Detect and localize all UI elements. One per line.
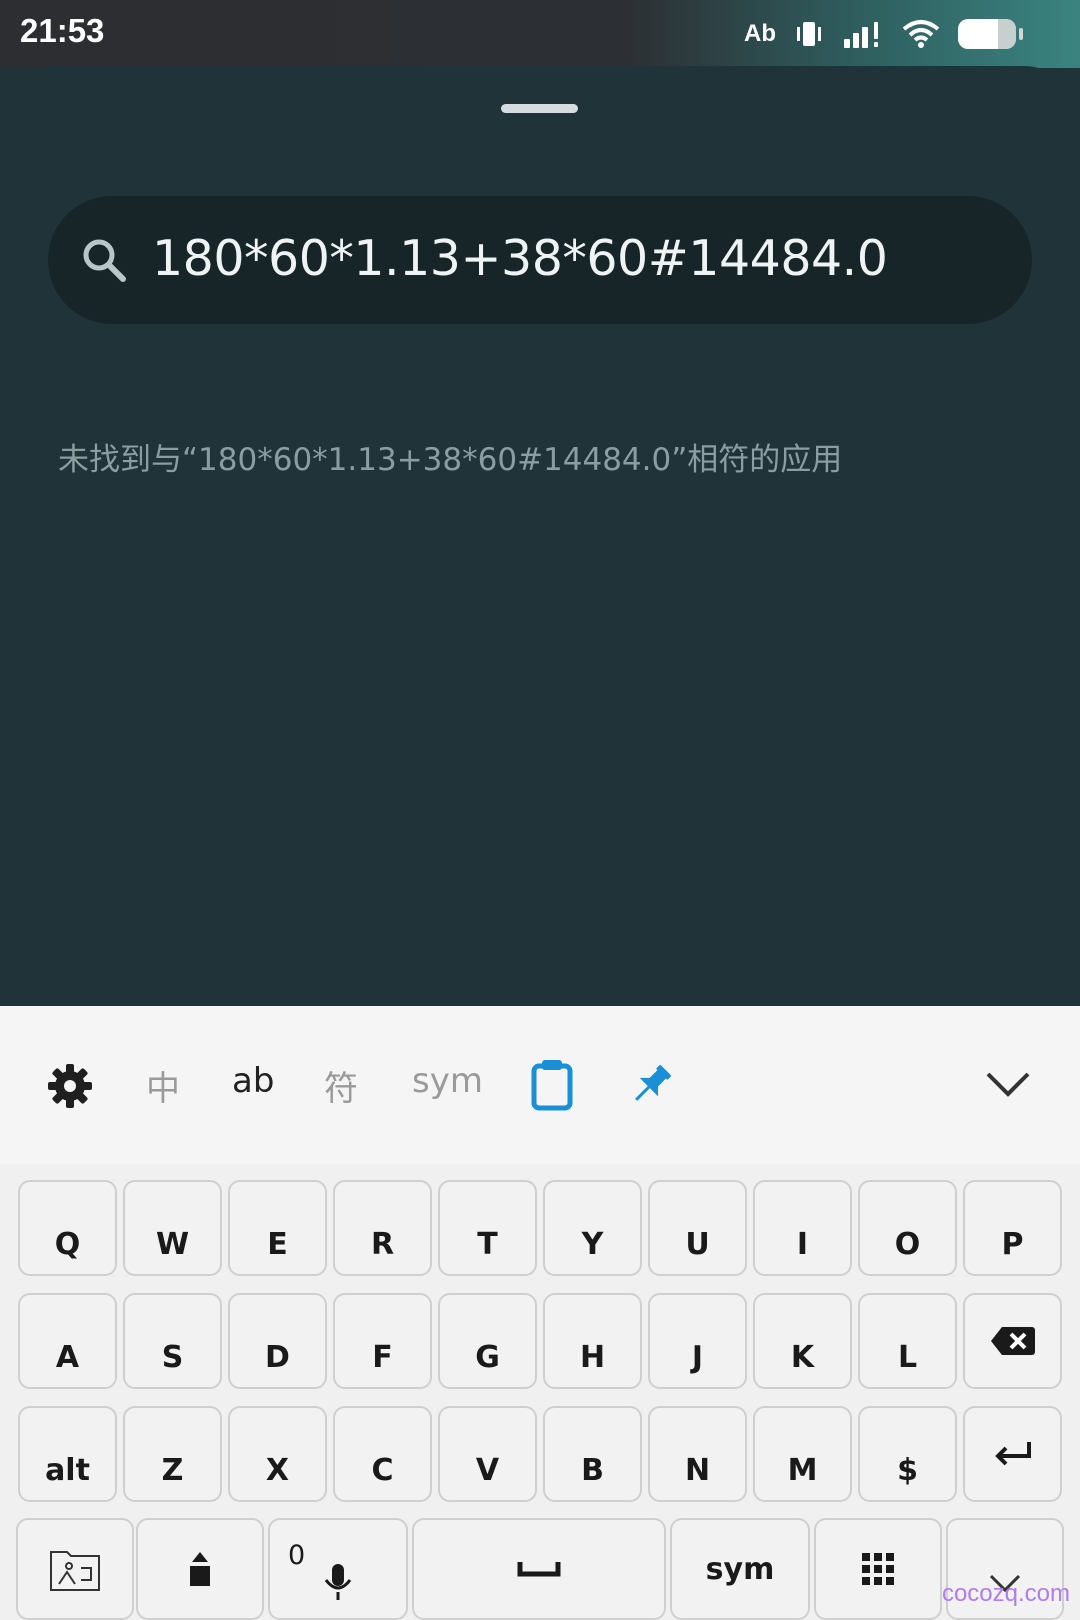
watermark: cocozq.com — [941, 1580, 1070, 1607]
status-time: 21:53 — [20, 12, 105, 49]
key-k[interactable]: K — [753, 1293, 852, 1389]
microphone-icon — [324, 1564, 352, 1600]
key-z[interactable]: Z — [123, 1406, 222, 1502]
key-y[interactable]: Y — [543, 1180, 642, 1276]
enter-icon — [994, 1442, 1031, 1466]
shift-icon — [190, 1552, 210, 1586]
image-folder-icon — [50, 1551, 100, 1591]
key-w[interactable]: W — [123, 1180, 222, 1276]
app-search-sheet: 180*60*1.13+38*60#14484.0 未找到与“180*60*1.… — [0, 66, 1080, 1006]
key-g[interactable]: G — [438, 1293, 537, 1389]
search-bar[interactable]: 180*60*1.13+38*60#14484.0 — [48, 196, 1032, 324]
search-input[interactable]: 180*60*1.13+38*60#14484.0 — [152, 226, 888, 292]
status-ab-indicator: Ab — [744, 20, 776, 47]
key-dollar[interactable]: $ — [858, 1406, 957, 1502]
wifi-icon — [902, 20, 940, 48]
mode-chinese[interactable]: 中 — [146, 1061, 180, 1110]
key-j[interactable]: J — [648, 1293, 747, 1389]
status-bar: 21:53 Ab — [0, 0, 1080, 68]
key-q[interactable]: Q — [18, 1180, 117, 1276]
backspace-icon — [990, 1327, 1035, 1355]
key-t[interactable]: T — [438, 1180, 537, 1276]
key-a[interactable]: A — [18, 1293, 117, 1389]
key-d[interactable]: D — [228, 1293, 327, 1389]
space-key[interactable] — [412, 1518, 666, 1620]
key-u[interactable]: U — [648, 1180, 747, 1276]
mode-ab[interactable]: ab — [232, 1061, 274, 1101]
key-i[interactable]: I — [753, 1180, 852, 1276]
space-icon — [517, 1562, 561, 1577]
soft-keyboard: 中 ab 符 sym Q W E R T Y U I O P A S D F G… — [0, 1006, 1080, 1620]
mode-symbols-cn[interactable]: 符 — [324, 1061, 358, 1110]
key-b[interactable]: B — [543, 1406, 642, 1502]
shift-key[interactable] — [136, 1518, 264, 1620]
backspace-key[interactable] — [963, 1293, 1062, 1389]
keyboard-keys: Q W E R T Y U I O P A S D F G H J K L al… — [0, 1164, 1080, 1620]
clipboard-icon[interactable] — [530, 1058, 574, 1112]
key-x[interactable]: X — [228, 1406, 327, 1502]
key-l[interactable]: L — [858, 1293, 957, 1389]
search-icon — [83, 239, 126, 282]
numpad-key[interactable] — [814, 1518, 942, 1620]
media-picker-key[interactable] — [16, 1518, 134, 1620]
pin-icon[interactable] — [626, 1060, 676, 1110]
key-e[interactable]: E — [228, 1180, 327, 1276]
signal-icon — [844, 22, 878, 48]
mode-sym[interactable]: sym — [412, 1061, 483, 1101]
key-v[interactable]: V — [438, 1406, 537, 1502]
no-results-message: 未找到与“180*60*1.13+38*60#14484.0”相符的应用 — [58, 442, 843, 478]
enter-key[interactable] — [963, 1406, 1062, 1502]
grid-icon — [862, 1553, 894, 1585]
key-h[interactable]: H — [543, 1293, 642, 1389]
key-alt[interactable]: alt — [18, 1406, 117, 1502]
key-f[interactable]: F — [333, 1293, 432, 1389]
vibrate-icon — [797, 22, 821, 46]
sym-key[interactable]: sym — [670, 1518, 810, 1620]
drag-handle[interactable] — [501, 104, 578, 113]
status-icons: Ab — [744, 14, 1023, 54]
voice-key[interactable]: 0 — [268, 1518, 408, 1620]
key-p[interactable]: P — [963, 1180, 1062, 1276]
key-n[interactable]: N — [648, 1406, 747, 1502]
gear-icon[interactable] — [46, 1062, 94, 1110]
chevron-down-icon[interactable] — [984, 1070, 1032, 1100]
key-m[interactable]: M — [753, 1406, 852, 1502]
voice-key-sub: 0 — [288, 1540, 306, 1571]
key-r[interactable]: R — [333, 1180, 432, 1276]
battery-icon — [958, 19, 1023, 49]
key-s[interactable]: S — [123, 1293, 222, 1389]
key-o[interactable]: O — [858, 1180, 957, 1276]
key-c[interactable]: C — [333, 1406, 432, 1502]
keyboard-toolbar: 中 ab 符 sym — [0, 1006, 1080, 1164]
